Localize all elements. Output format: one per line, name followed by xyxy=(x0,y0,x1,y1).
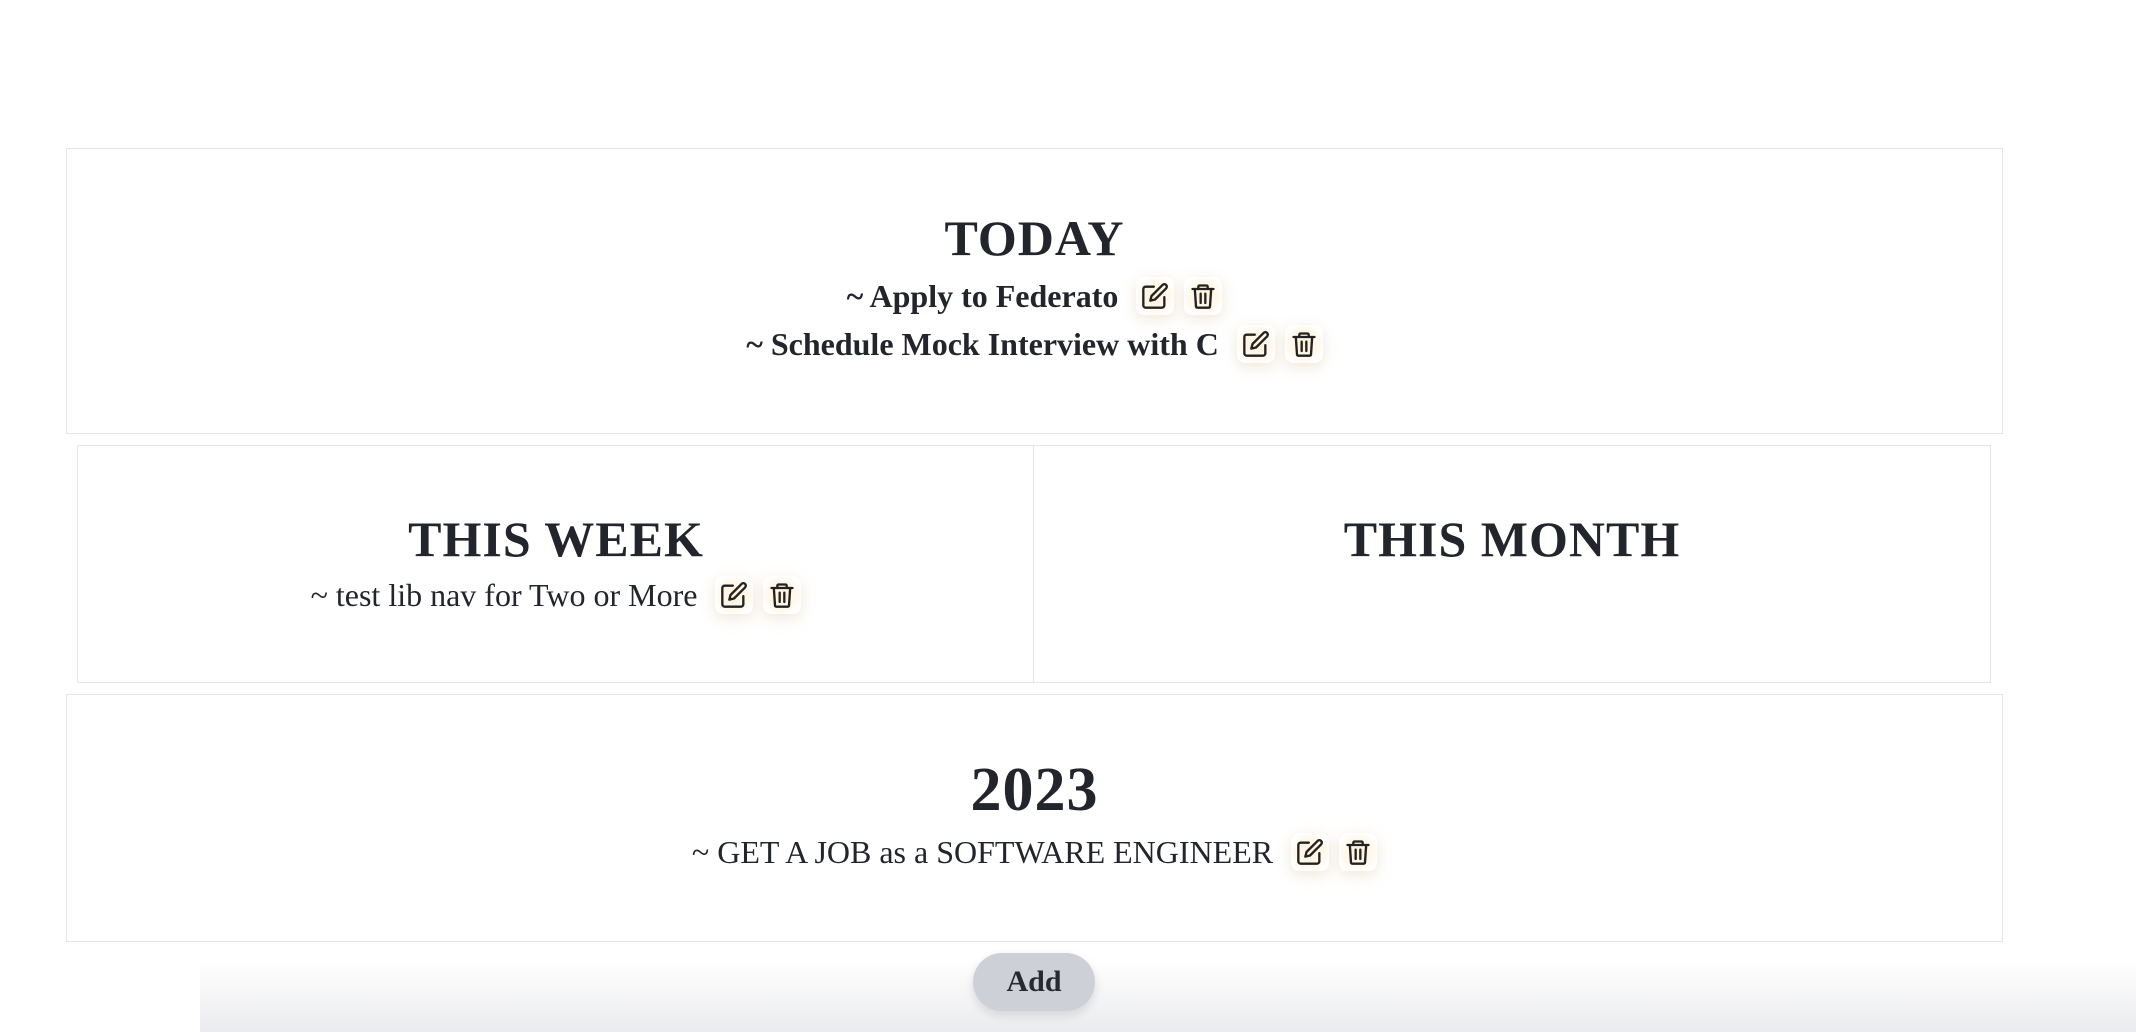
this-month-panel: THIS MONTH xyxy=(1033,445,1991,683)
edit-button[interactable] xyxy=(1291,833,1330,871)
edit-button[interactable] xyxy=(1136,277,1175,315)
delete-button[interactable] xyxy=(1339,833,1378,871)
edit-button[interactable] xyxy=(1236,325,1275,363)
pencil-square-icon xyxy=(1242,331,1269,357)
year-panel: 2023 ~ GET A JOB as a SOFTWARE ENGINEER xyxy=(66,694,2003,942)
task-item: ~ Schedule Mock Interview with C xyxy=(746,325,1323,363)
task-item: ~ GET A JOB as a SOFTWARE ENGINEER xyxy=(691,833,1378,871)
delete-button[interactable] xyxy=(1284,325,1323,363)
today-title: TODAY xyxy=(944,210,1125,266)
task-item: ~ Apply to Federato xyxy=(847,277,1223,315)
edit-button[interactable] xyxy=(715,576,754,614)
this-week-title: THIS WEEK xyxy=(408,511,704,567)
pencil-square-icon xyxy=(721,582,748,608)
pencil-square-icon xyxy=(1142,283,1169,309)
task-text: ~ Schedule Mock Interview with C xyxy=(746,326,1219,362)
trash-icon xyxy=(1292,332,1316,357)
task-text: ~ Apply to Federato xyxy=(846,278,1119,314)
trash-icon xyxy=(770,583,795,608)
pencil-square-icon xyxy=(1297,839,1323,865)
year-title: 2023 xyxy=(970,756,1099,824)
trash-icon xyxy=(1346,840,1370,865)
bottom-shadow xyxy=(200,960,2136,1032)
today-panel: TODAY ~ Apply to Federato ~ Schedule Moc… xyxy=(66,148,2003,434)
trash-icon xyxy=(1191,284,1216,309)
delete-button[interactable] xyxy=(763,576,802,614)
this-month-title: THIS MONTH xyxy=(1343,511,1681,567)
task-item: ~ test lib nav for Two or More xyxy=(311,576,802,614)
this-week-panel: THIS WEEK ~ test lib nav for Two or More xyxy=(77,445,1035,683)
delete-button[interactable] xyxy=(1184,277,1223,315)
task-text: ~ test lib nav for Two or More xyxy=(310,577,698,613)
add-button[interactable]: Add xyxy=(973,953,1095,1011)
task-text: ~ GET A JOB as a SOFTWARE ENGINEER xyxy=(691,834,1274,870)
